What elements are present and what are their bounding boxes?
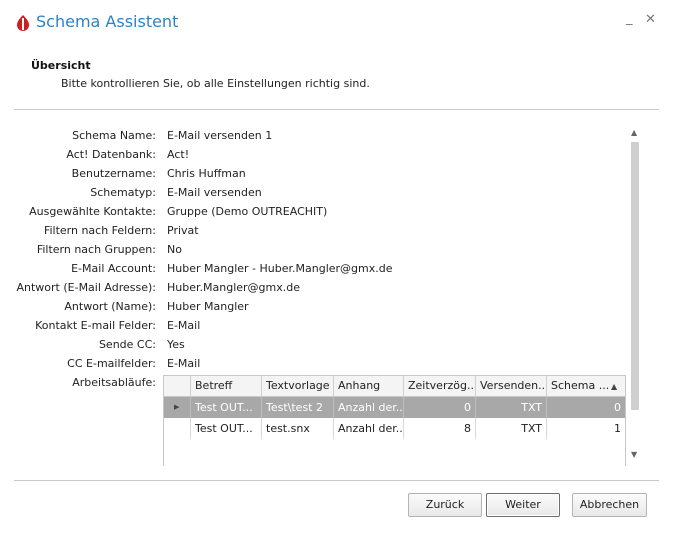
column-header-textvorlage[interactable]: Textvorlage <box>261 376 333 396</box>
footer-divider <box>14 480 659 481</box>
field-label-selected-contacts: Ausgewählte Kontakte: <box>29 205 156 218</box>
table-header: Betreff Textvorlage Anhang Zeitverzög...… <box>164 376 625 397</box>
back-button[interactable]: Zurück <box>408 493 482 517</box>
workflow-table[interactable]: Betreff Textvorlage Anhang Zeitverzög...… <box>163 375 626 466</box>
field-label-filter-groups: Filtern nach Gruppen: <box>36 243 156 256</box>
field-label-database: Act! Datenbank: <box>66 148 156 161</box>
field-value-schema-type: E-Mail versenden <box>167 186 262 199</box>
cell-versenden: TXT <box>475 418 546 439</box>
cell-schema: 1 <box>546 418 625 439</box>
cell-zeitverzoegerung: 0 <box>403 397 475 418</box>
field-label-schema-name: Schema Name: <box>72 129 156 142</box>
cell-textvorlage: test.snx <box>261 418 333 439</box>
field-value-cc-email-fields: E-Mail <box>167 357 201 370</box>
column-header-zeitverzoegerung[interactable]: Zeitverzög... <box>403 376 475 396</box>
scroll-up-icon[interactable]: ▲ <box>631 128 637 137</box>
column-header-versenden[interactable]: Versenden... <box>475 376 546 396</box>
field-value-selected-contacts: Gruppe (Demo OUTREACHIT) <box>167 205 328 218</box>
table-row[interactable]: ▶ Test OUT... Test\test 2 Anzahl der... … <box>164 397 625 418</box>
field-label-workflows: Arbeitsabläufe: <box>72 376 156 389</box>
cell-betreff: Test OUT... <box>190 418 261 439</box>
title-bar: Schema Assistent _ ✕ <box>0 0 673 44</box>
field-value-schema-name: E-Mail versenden 1 <box>167 129 273 142</box>
field-label-schema-type: Schematyp: <box>90 186 156 199</box>
app-logo-icon <box>17 15 29 31</box>
scroll-down-icon[interactable]: ▼ <box>631 450 637 459</box>
table-row[interactable]: Test OUT... test.snx Anzahl der... 8 TXT… <box>164 418 625 439</box>
field-label-reply-name: Antwort (Name): <box>64 300 156 313</box>
field-label-reply-address: Antwort (E-Mail Adresse): <box>16 281 156 294</box>
field-label-cc-email-fields: CC E-mailfelder: <box>67 357 156 370</box>
vertical-scrollbar[interactable]: ▲ ▼ <box>629 124 641 465</box>
header-divider <box>14 109 659 110</box>
cell-schema: 0 <box>546 397 625 418</box>
field-label-contact-email-fields: Kontakt E-mail Felder: <box>35 319 156 332</box>
cell-anhang: Anzahl der... <box>333 418 403 439</box>
field-value-contact-email-fields: E-Mail <box>167 319 201 332</box>
cell-versenden: TXT <box>475 397 546 418</box>
field-label-send-cc: Sende CC: <box>98 338 156 351</box>
field-value-reply-name: Huber Mangler <box>167 300 249 313</box>
column-header-anhang[interactable]: Anhang <box>333 376 403 396</box>
cell-zeitverzoegerung: 8 <box>403 418 475 439</box>
field-value-reply-address: Huber.Mangler@gmx.de <box>167 281 300 294</box>
page-title: Übersicht <box>31 59 91 72</box>
sort-ascending-icon: ▲ <box>611 382 618 391</box>
page-subtitle: Bitte kontrollieren Sie, ob alle Einstel… <box>61 77 370 90</box>
field-label-email-account: E-Mail Account: <box>71 262 156 275</box>
field-value-email-account: Huber Mangler - Huber.Mangler@gmx.de <box>167 262 393 275</box>
row-indicator-icon: ▶ <box>174 403 180 411</box>
field-value-filter-fields: Privat <box>167 224 199 237</box>
column-header-betreff[interactable]: Betreff <box>190 376 261 396</box>
window-title: Schema Assistent <box>36 12 179 31</box>
field-value-filter-groups: No <box>167 243 182 256</box>
field-value-database: Act! <box>167 148 190 161</box>
cell-anhang: Anzahl der... <box>333 397 403 418</box>
scrollbar-thumb[interactable] <box>631 142 639 410</box>
field-label-filter-fields: Filtern nach Feldern: <box>43 224 156 237</box>
cancel-button[interactable]: Abbrechen <box>572 493 647 517</box>
cell-textvorlage: Test\test 2 <box>261 397 333 418</box>
next-button[interactable]: Weiter <box>486 493 560 517</box>
field-value-send-cc: Yes <box>167 338 185 351</box>
minimize-icon[interactable]: _ <box>626 11 633 26</box>
close-icon[interactable]: ✕ <box>645 12 656 27</box>
cell-betreff: Test OUT... <box>190 397 261 418</box>
field-value-username: Chris Huffman <box>167 167 246 180</box>
field-label-username: Benutzername: <box>71 167 156 180</box>
